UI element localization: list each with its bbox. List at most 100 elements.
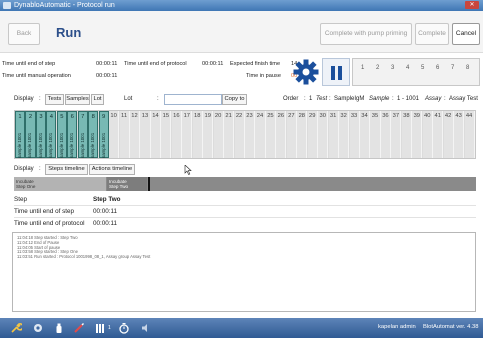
strip-slot[interactable]: 22 [234,111,245,158]
strip-slot[interactable]: 23 [245,111,256,158]
event-log[interactable]: 11:04:18 Step started : Step Two 11:04:1… [12,232,476,312]
sample-colon: : [392,96,394,102]
strip-number: 36 [382,113,389,119]
step-number: 2 [376,65,380,71]
detail-time-end-step-label: Time until end of step [14,208,74,215]
strip-slot[interactable]: 7 sample 1001 [77,111,88,158]
complete-button[interactable]: Complete [415,23,449,45]
steps-timeline[interactable]: Incubate Step One Incubate Step Two [14,177,476,191]
lot-input[interactable] [164,94,222,105]
strip-slot[interactable]: 12 [130,111,141,158]
close-window-button[interactable]: ✕ [465,1,479,9]
cancel-button[interactable]: Cancel [452,23,480,45]
gear-icon[interactable] [293,59,319,85]
strip-slot[interactable]: 34 [360,111,371,158]
bottle-icon[interactable] [53,322,65,334]
strip-slot[interactable]: 9 sample 1001 [98,111,109,158]
strip-slot[interactable]: 15 [161,111,172,158]
strip-slot[interactable]: 25 [265,111,276,158]
strip-slot[interactable]: 41 [433,111,444,158]
strip-slot[interactable]: 40 [422,111,433,158]
strip-slot[interactable]: 8 sample 1001 [88,111,99,158]
toolbar: Back Run Complete with pump priming Comp… [0,11,483,53]
strip-number: 3 [39,114,43,120]
time-end-protocol-label: Time until end of protocol [124,61,187,67]
complete-with-pump-priming-button[interactable]: Complete with pump priming [320,23,412,45]
manual-op-value: 00:00:11 [96,73,118,79]
strip-number: 25 [267,113,274,119]
detail-time-end-protocol-label: Time until end of protocol [14,220,85,227]
speaker-icon[interactable] [140,322,152,334]
strip-slot[interactable]: 35 [370,111,381,158]
samples-toggle[interactable]: Samples [65,94,90,105]
timer-icon[interactable] [118,322,130,334]
pause-button[interactable] [322,58,350,86]
strip-slot[interactable]: 14 [150,111,161,158]
pipette-icon[interactable] [73,322,85,334]
test-label: Test [316,96,328,102]
strip-slot[interactable]: 33 [349,111,360,158]
back-button[interactable]: Back [8,23,40,45]
strip-slot[interactable]: 44 [464,111,475,158]
step-number: 3 [391,65,395,71]
strip-number: 44 [465,113,473,119]
strip-slot[interactable]: 43 [454,111,465,158]
strip-slot[interactable]: 18 [192,111,203,158]
strip-slot[interactable]: 32 [339,111,350,158]
strip-slot[interactable]: 38 [401,111,412,158]
timeline-step-one[interactable]: Incubate Step One [14,177,106,191]
strip-sample-label: sample 1001 [79,132,85,158]
tests-toggle[interactable]: Tests [45,94,64,105]
strip-slot[interactable]: 20 [213,111,224,158]
strip-slot[interactable]: 13 [140,111,151,158]
time-end-step-value: 00:00:11 [96,61,118,67]
wrench-icon[interactable] [10,322,22,334]
strip-sample-label: sample 1001 [58,132,64,158]
strip-slot[interactable]: 21 [224,111,235,158]
strip-number: 37 [392,113,400,119]
settings-icon[interactable] [32,322,44,334]
strip-slot[interactable]: 4 sample 1001 [46,111,57,158]
strips-icon[interactable] [95,322,107,334]
strip-slot[interactable]: 11 [119,111,130,158]
strip-slot[interactable]: 24 [255,111,266,158]
strip-slot[interactable]: 26 [276,111,287,158]
mouse-cursor-icon [184,165,192,175]
steps-timeline-toggle[interactable]: Steps timeline [45,164,88,175]
strip-number: 14 [152,113,159,119]
lot-toggle[interactable]: Lot [91,94,104,105]
strip-slot[interactable]: 2 sample 1001 [25,111,36,158]
strip-slot[interactable]: 17 [182,111,193,158]
strip-number: 38 [403,113,410,119]
strip-slot[interactable]: 39 [412,111,423,158]
strip-number: 28 [298,113,306,119]
strip-slot[interactable]: 31 [328,111,339,158]
timeline-step-two[interactable]: Incubate Step Two [107,177,147,191]
strip-slot[interactable]: 28 [297,111,308,158]
strip-slot[interactable]: 16 [171,111,182,158]
strip-number: 13 [141,113,149,119]
order-label: Order [283,96,299,102]
strip-number: 20 [214,113,222,119]
lot-colon: : [157,96,159,102]
lot-label: Lot [124,96,133,102]
strip-slot[interactable]: 6 sample 1001 [67,111,78,158]
strip-slot[interactable]: 36 [380,111,391,158]
strip-slot[interactable]: 27 [286,111,297,158]
strip-slot[interactable]: 30 [318,111,329,158]
strip-slot[interactable]: 1 sample 1001 [15,111,26,158]
strip-slot[interactable]: 5 sample 1001 [56,111,67,158]
strip-number: 26 [277,113,285,119]
actions-timeline-toggle[interactable]: Actions timeline [89,164,135,175]
strip-slot[interactable]: 29 [307,111,318,158]
strip-slot[interactable]: 19 [203,111,214,158]
strip-slot[interactable]: 3 sample 1001 [35,111,46,158]
strip-slot[interactable]: 37 [391,111,402,158]
divider [14,205,476,206]
copy-to-button[interactable]: Copy to [222,94,247,105]
window-title: DynabloAutomatic - Protocol run [14,2,115,9]
strip-number: 33 [350,113,358,119]
strip-sample-label: sample 1001 [17,132,22,158]
strip-slot[interactable]: 10 [109,111,120,158]
strip-slot[interactable]: 42 [443,111,454,158]
